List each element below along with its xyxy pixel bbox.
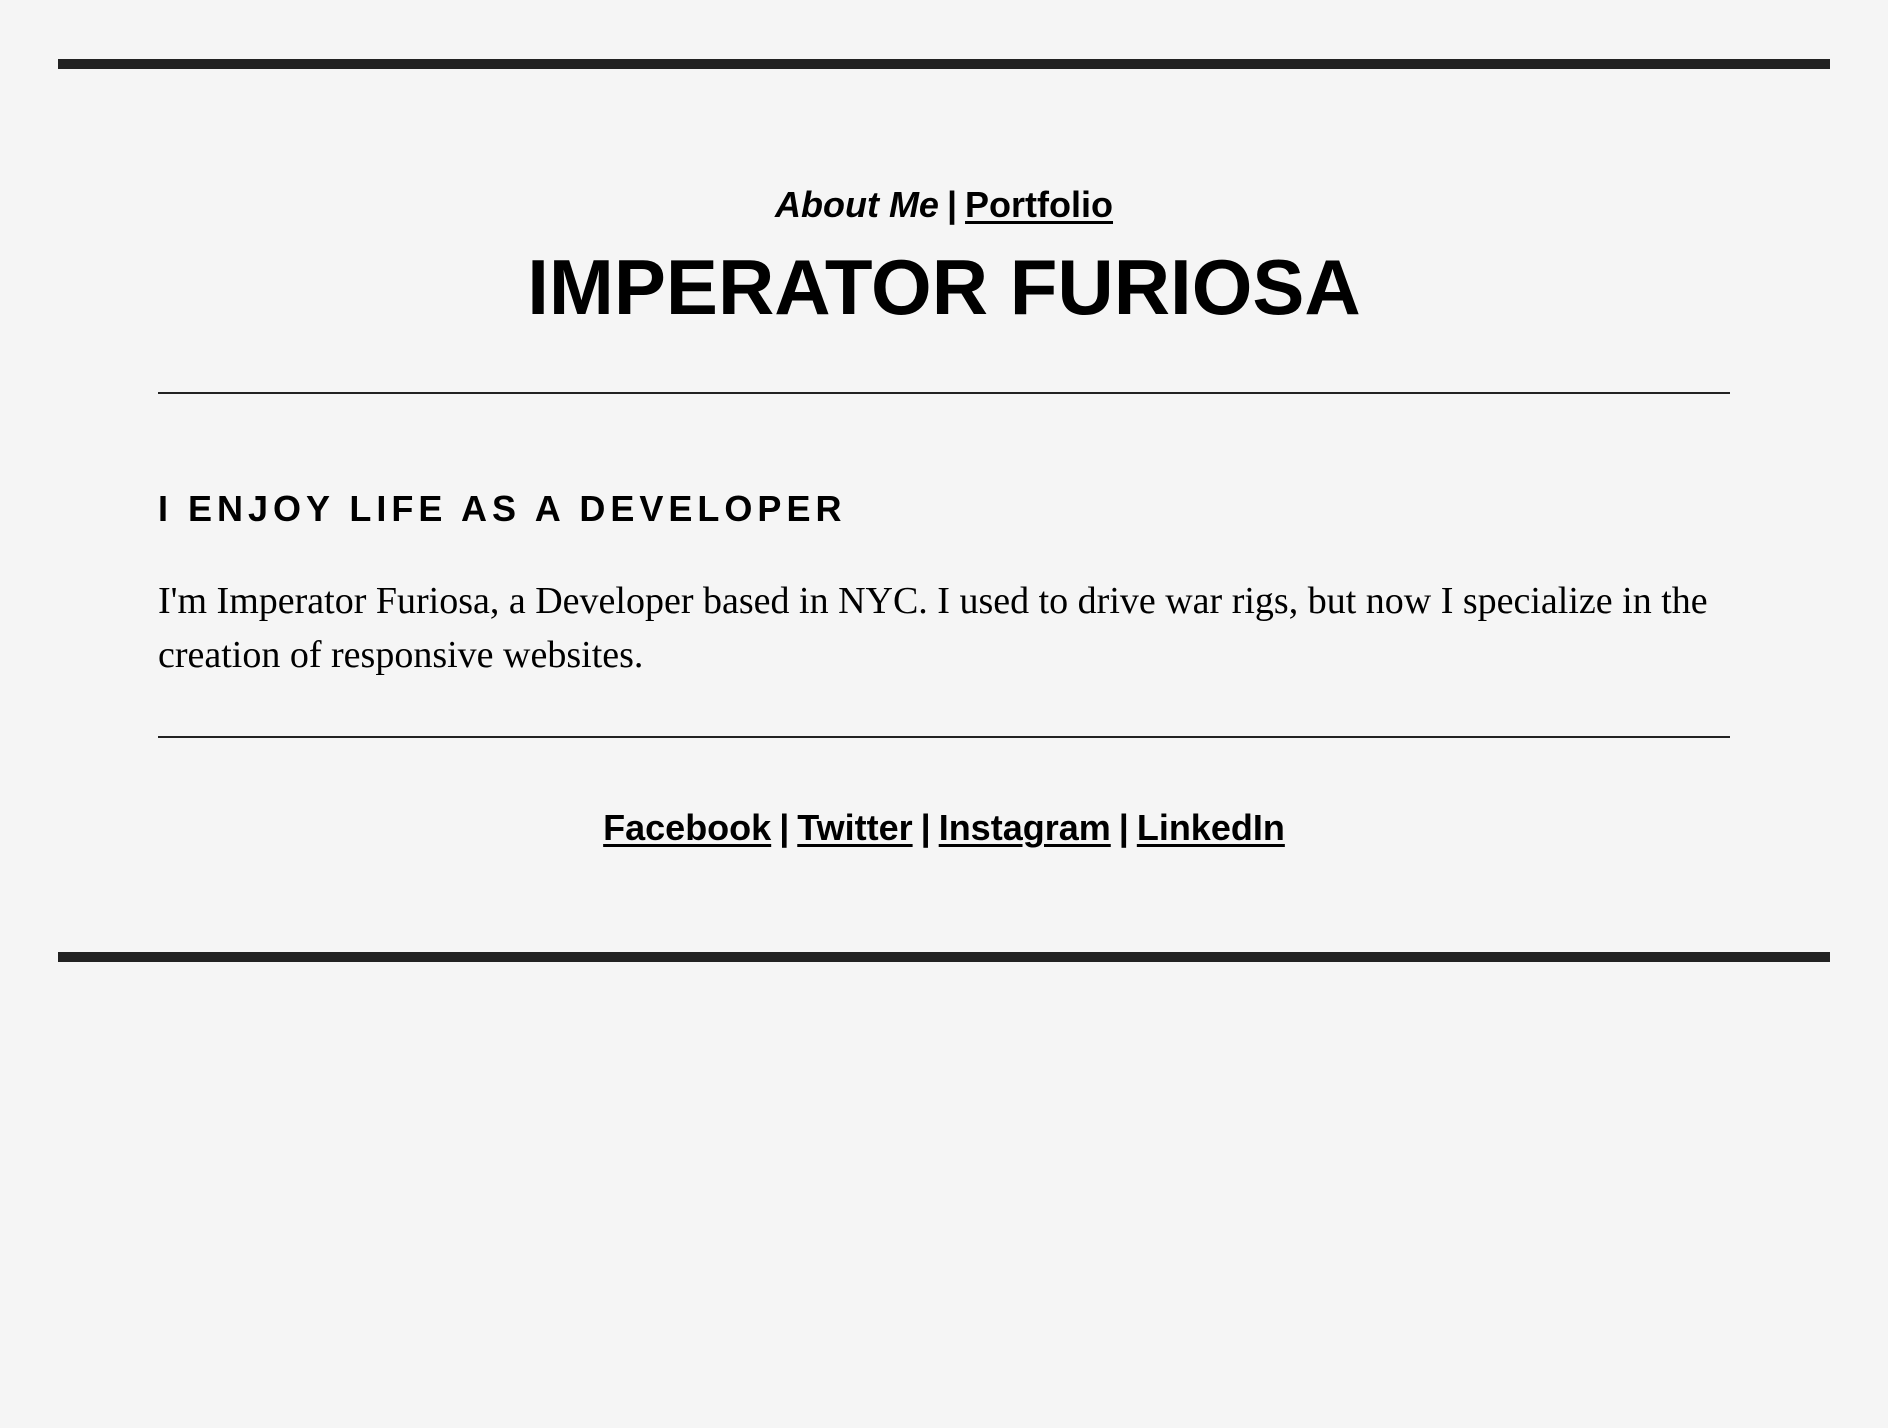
social-separator: | [1118, 807, 1129, 848]
about-heading: I ENJOY LIFE AS A DEVELOPER [158, 488, 847, 529]
instagram-link[interactable]: Instagram [939, 807, 1111, 848]
social-separator: | [779, 807, 790, 848]
twitter-link[interactable]: Twitter [797, 807, 912, 848]
nav-about-me-current: About Me [774, 184, 939, 225]
social-separator: | [920, 807, 931, 848]
divider-bottom [158, 736, 1730, 738]
social-links: Facebook | Twitter | Instagram | LinkedIn [58, 806, 1830, 850]
nav-separator: | [946, 184, 958, 225]
profile-card: About Me | Portfolio IMPERATOR FURIOSA I E… [58, 59, 1830, 962]
linkedin-link[interactable]: LinkedIn [1137, 807, 1285, 848]
divider-top [158, 392, 1730, 394]
top-nav: About Me | Portfolio [58, 183, 1830, 227]
facebook-link[interactable]: Facebook [603, 807, 771, 848]
nav-portfolio-link[interactable]: Portfolio [965, 184, 1113, 225]
about-paragraph: I'm Imperator Furiosa, a Developer based… [158, 580, 1708, 676]
site-title: IMPERATOR FURIOSA [527, 243, 1361, 331]
